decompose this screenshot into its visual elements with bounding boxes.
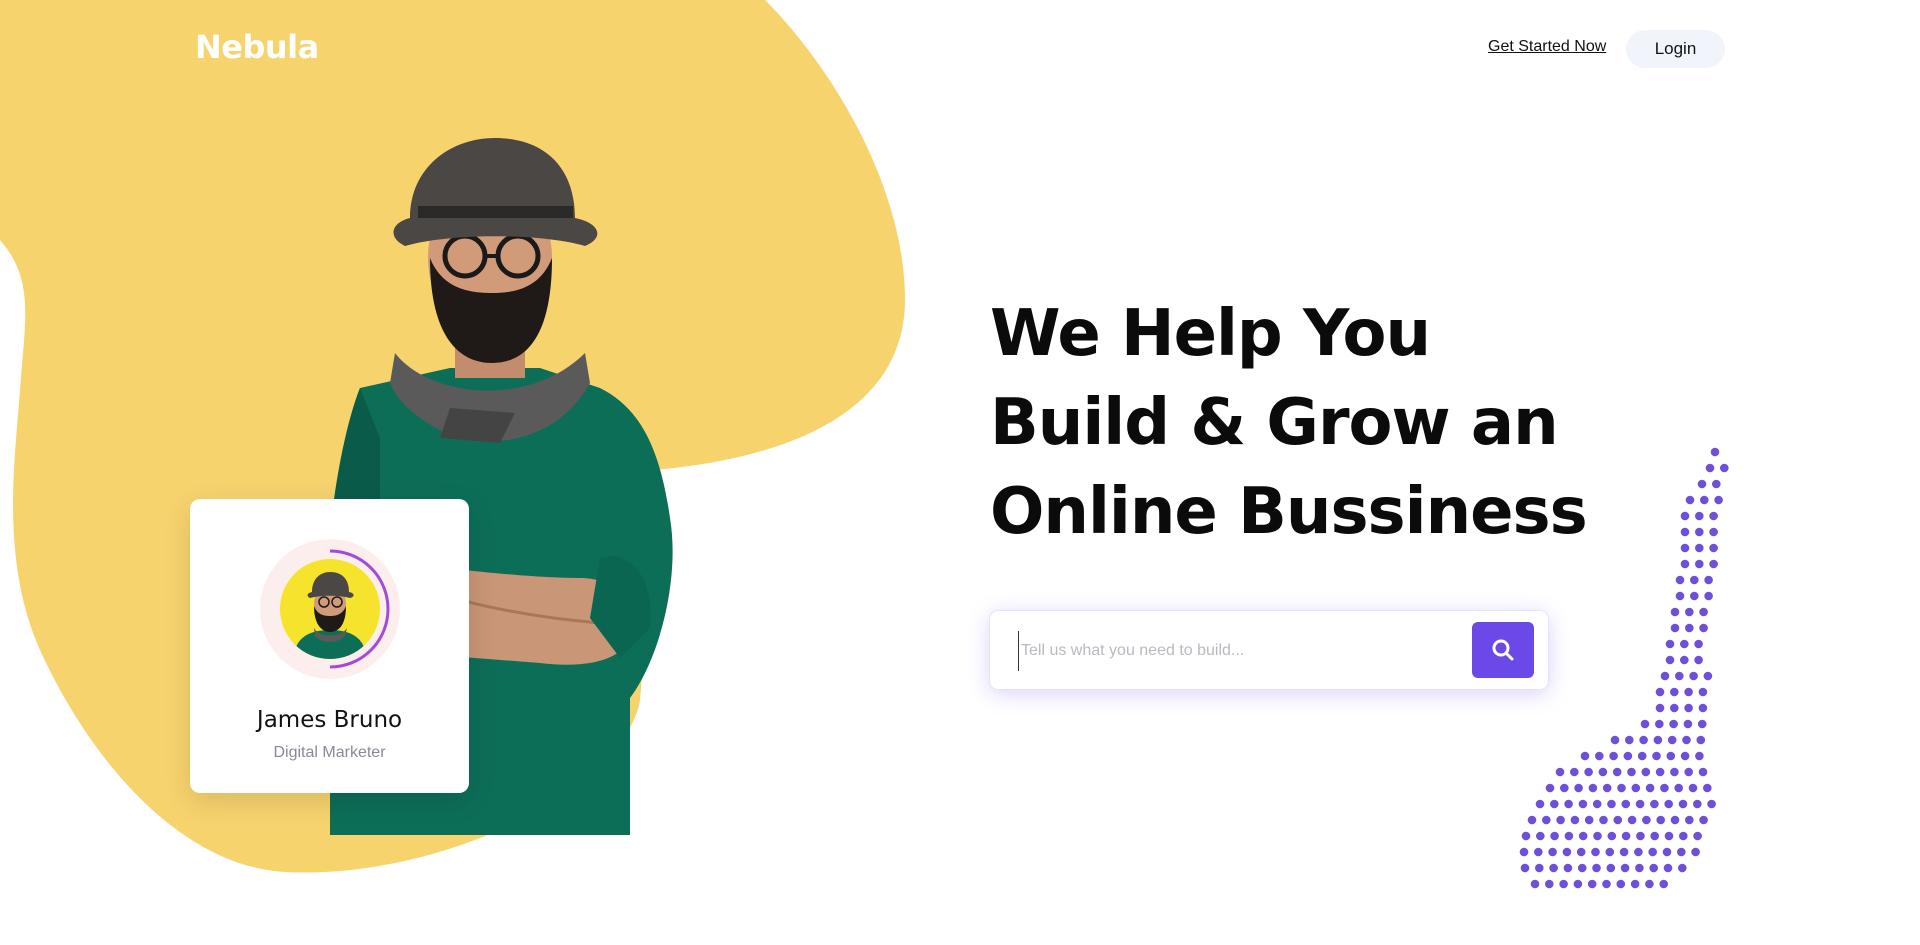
search-input[interactable] — [1018, 631, 1463, 671]
search-bar — [990, 611, 1548, 689]
get-started-link[interactable]: Get Started Now — [1488, 38, 1606, 56]
login-button[interactable]: Login — [1626, 30, 1725, 68]
profile-role: Digital Marketer — [273, 744, 386, 761]
decorative-dot-pattern — [1519, 447, 1729, 889]
headline-line-1: We Help You — [990, 297, 1431, 371]
profile-name: James Bruno — [256, 707, 403, 733]
brand-logo[interactable]: Nebula — [195, 28, 319, 66]
profile-card: James Bruno Digital Marketer — [190, 499, 469, 793]
profile-avatar — [260, 539, 400, 679]
